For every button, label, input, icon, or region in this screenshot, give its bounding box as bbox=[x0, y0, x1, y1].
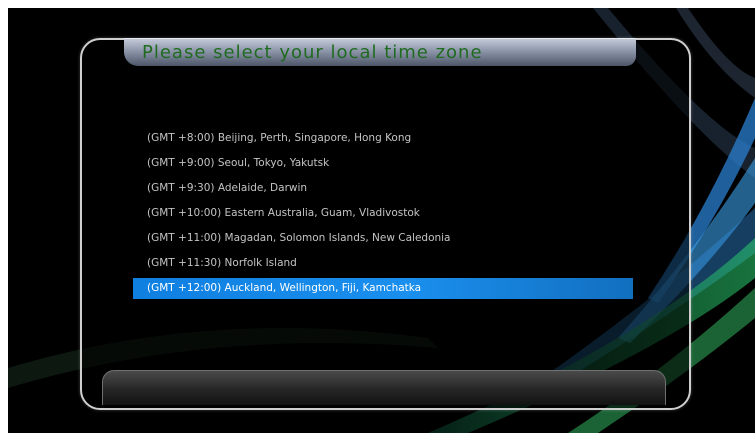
timezone-item-gmt-plus-8[interactable]: (GMT +8:00) Beijing, Perth, Singapore, H… bbox=[133, 128, 633, 149]
timezone-list[interactable]: (GMT +8:00) Beijing, Perth, Singapore, H… bbox=[133, 128, 633, 303]
timezone-item-gmt-plus-11-30[interactable]: (GMT +11:30) Norfolk Island bbox=[133, 253, 633, 274]
timezone-item-gmt-plus-12-selected[interactable]: (GMT +12:00) Auckland, Wellington, Fiji,… bbox=[133, 278, 633, 299]
timezone-item-gmt-plus-9-30[interactable]: (GMT +9:30) Adelaide, Darwin bbox=[133, 178, 633, 199]
bottom-panel bbox=[102, 370, 666, 405]
timezone-item-gmt-plus-9[interactable]: (GMT +9:00) Seoul, Tokyo, Yakutsk bbox=[133, 153, 633, 174]
tv-screen: Please select your local time zone (GMT … bbox=[8, 8, 755, 433]
dialog-title: Please select your local time zone bbox=[142, 42, 483, 63]
timezone-item-gmt-plus-11[interactable]: (GMT +11:00) Magadan, Solomon Islands, N… bbox=[133, 228, 633, 249]
timezone-item-gmt-plus-10[interactable]: (GMT +10:00) Eastern Australia, Guam, Vl… bbox=[133, 203, 633, 224]
